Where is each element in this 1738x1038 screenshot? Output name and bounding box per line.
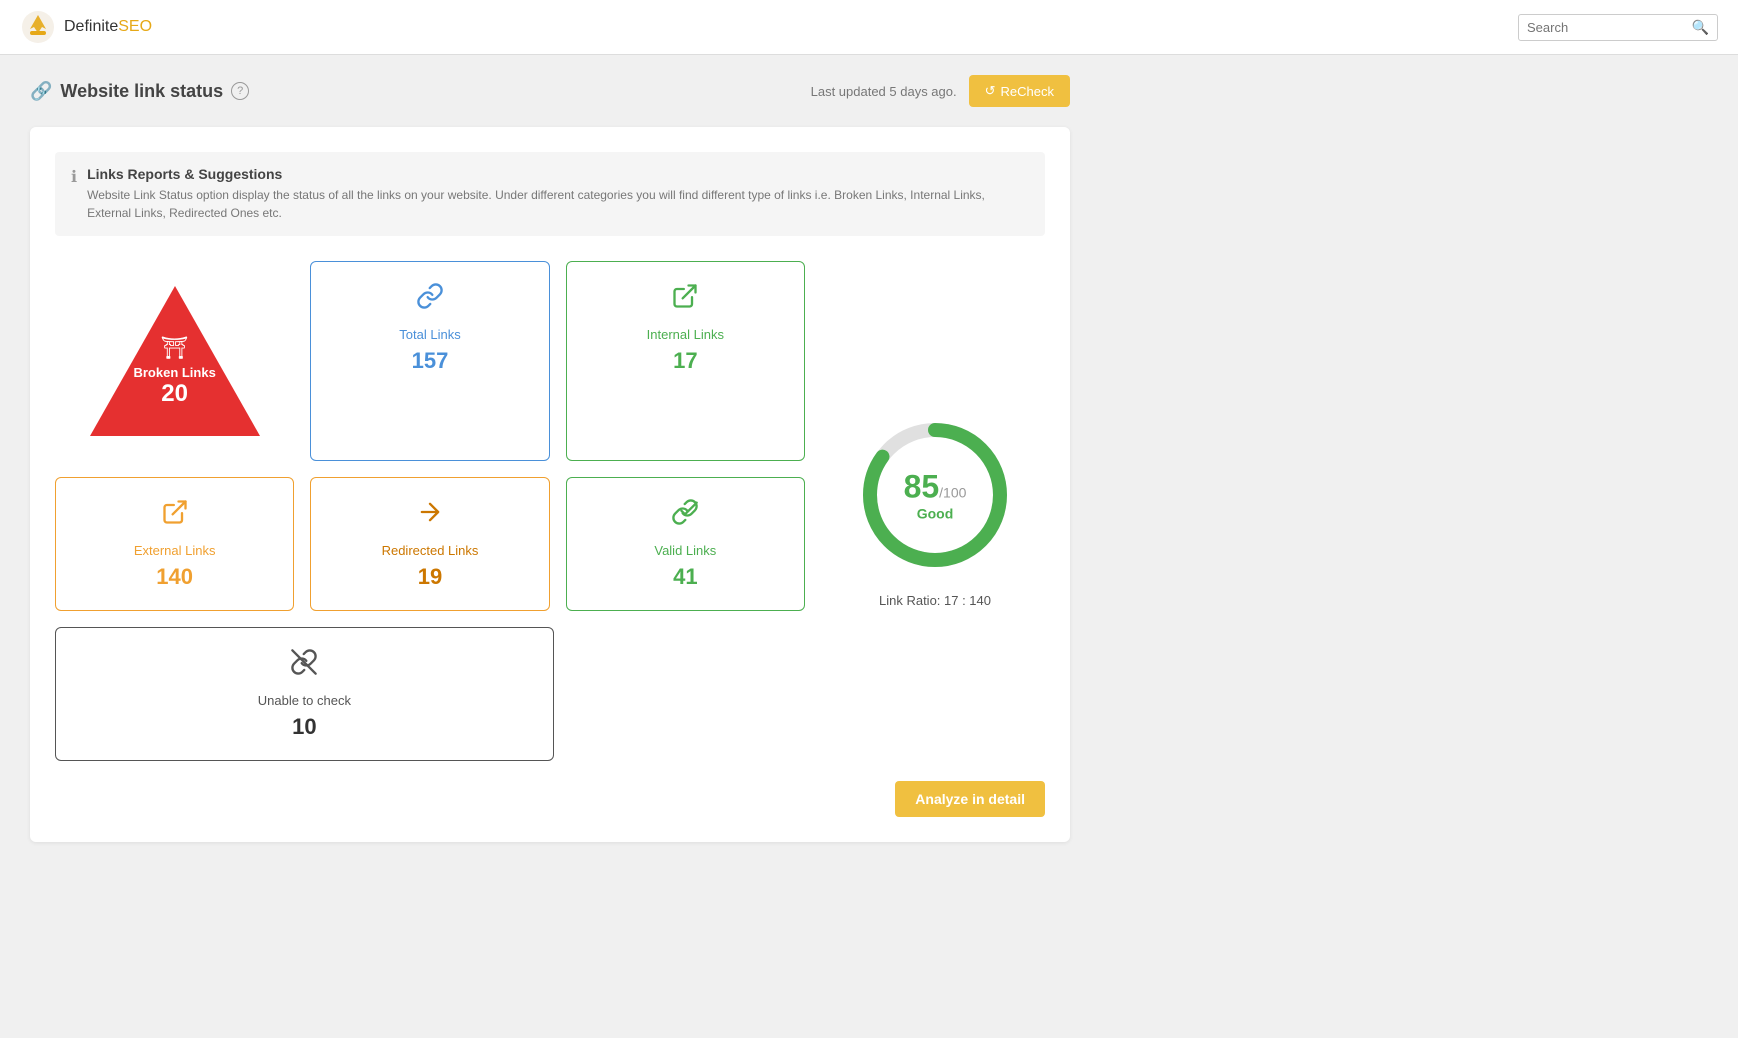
broken-links-card[interactable]: ⛩ Broken Links 20: [55, 261, 294, 461]
unable-label: Unable to check: [258, 693, 351, 708]
info-banner-content: Links Reports & Suggestions Website Link…: [87, 166, 1029, 222]
search-icon: 🔍: [1692, 19, 1709, 36]
recheck-label: ReCheck: [1001, 84, 1054, 99]
score-max: /100: [939, 484, 966, 500]
unable-value: 10: [292, 714, 316, 740]
score-text-overlay: 85/100 Good: [904, 468, 967, 521]
logo-area: DefiniteSEO: [20, 9, 152, 45]
logo-text: DefiniteSEO: [64, 18, 152, 36]
unable-row: Unable to check 10: [55, 627, 805, 761]
redirected-links-icon: [416, 498, 444, 533]
card-container: ℹ Links Reports & Suggestions Website Li…: [30, 127, 1070, 842]
header: DefiniteSEO 🔍: [0, 0, 1738, 55]
internal-links-card[interactable]: Internal Links 17: [566, 261, 805, 461]
info-icon: ℹ: [71, 167, 77, 187]
stats-grid-col: ⛩ Broken Links 20: [55, 261, 805, 761]
stats-area: ⛩ Broken Links 20: [55, 261, 1045, 761]
info-banner: ℹ Links Reports & Suggestions Website Li…: [55, 152, 1045, 236]
internal-links-value: 17: [673, 348, 697, 374]
stats-row-1: ⛩ Broken Links 20: [55, 261, 805, 461]
broken-icon: ⛩: [161, 335, 189, 361]
external-links-label: External Links: [134, 543, 216, 558]
analyze-button[interactable]: Analyze in detail: [895, 781, 1045, 817]
redirected-links-label: Redirected Links: [382, 543, 479, 558]
broken-links-value: 20: [161, 380, 188, 408]
valid-links-icon: [671, 498, 699, 533]
total-links-value: 157: [412, 348, 449, 374]
triangle-content: ⛩ Broken Links 20: [133, 335, 215, 408]
last-updated-text: Last updated 5 days ago.: [811, 84, 957, 99]
search-box[interactable]: 🔍: [1518, 14, 1718, 41]
page-title-left: 🔗 Website link status ?: [30, 81, 249, 102]
score-column: 85/100 Good Link Ratio: 17 : 140: [825, 261, 1045, 761]
valid-links-label: Valid Links: [654, 543, 716, 558]
stats-row-2: External Links 140 Redirected Links 19: [55, 477, 805, 611]
triangle-wrapper: ⛩ Broken Links 20: [85, 281, 265, 441]
link-page-icon: 🔗: [30, 81, 52, 102]
valid-links-card[interactable]: Valid Links 41: [566, 477, 805, 611]
unable-to-check-card[interactable]: Unable to check 10: [55, 627, 554, 761]
total-links-label: Total Links: [399, 327, 460, 342]
score-value: 85: [904, 468, 940, 504]
page-title-right: Last updated 5 days ago. ↺ ReCheck: [811, 75, 1070, 107]
unable-icon: [290, 648, 318, 683]
total-links-card[interactable]: Total Links 157: [310, 261, 549, 461]
logo-icon: [20, 9, 56, 45]
banner-title: Links Reports & Suggestions: [87, 166, 1029, 182]
external-links-card[interactable]: External Links 140: [55, 477, 294, 611]
logo-seo: SEO: [118, 18, 152, 35]
page-title-bar: 🔗 Website link status ? Last updated 5 d…: [30, 75, 1070, 107]
recheck-icon: ↺: [985, 83, 996, 99]
page-title: Website link status: [60, 81, 223, 102]
redirected-links-value: 19: [418, 564, 442, 590]
logo-definite: Definite: [64, 18, 118, 35]
banner-description: Website Link Status option display the s…: [87, 186, 1029, 222]
external-links-icon: [161, 498, 189, 533]
score-label: Good: [904, 505, 967, 521]
search-input[interactable]: [1527, 20, 1692, 35]
analyze-area: Analyze in detail: [55, 781, 1045, 817]
score-circle-wrapper: 85/100 Good: [855, 415, 1015, 575]
redirected-links-card[interactable]: Redirected Links 19: [310, 477, 549, 611]
broken-links-label: Broken Links: [133, 365, 215, 380]
recheck-button[interactable]: ↺ ReCheck: [969, 75, 1070, 107]
main-content: 🔗 Website link status ? Last updated 5 d…: [0, 55, 1100, 862]
external-links-value: 140: [156, 564, 193, 590]
link-ratio: Link Ratio: 17 : 140: [879, 593, 991, 608]
score-display: 85/100: [904, 468, 967, 505]
internal-links-label: Internal Links: [647, 327, 724, 342]
help-icon[interactable]: ?: [231, 82, 249, 100]
total-links-icon: [416, 282, 444, 317]
valid-links-value: 41: [673, 564, 697, 590]
internal-links-icon: [671, 282, 699, 317]
